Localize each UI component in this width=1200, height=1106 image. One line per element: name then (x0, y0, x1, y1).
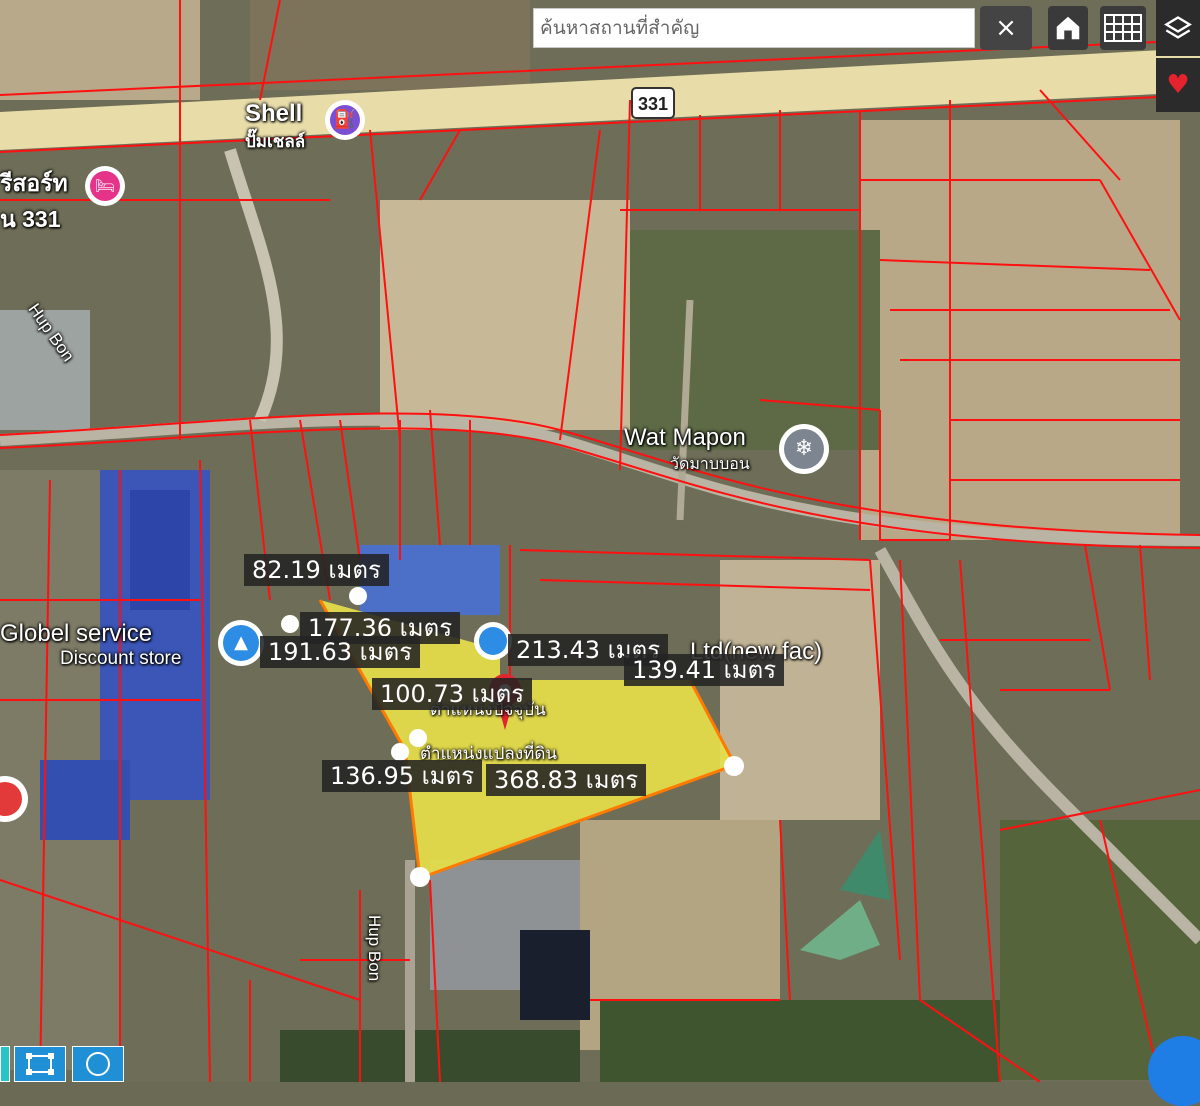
layers-button[interactable] (1156, 0, 1200, 56)
draw-polygon-tool[interactable] (0, 1046, 10, 1082)
measurement-label: 191.63 เมตร (260, 636, 421, 668)
draw-circle-button[interactable] (72, 1046, 124, 1082)
route-shield-331: 331 (638, 94, 668, 114)
measurement-label: 368.83 เมตร (486, 764, 647, 796)
draw-rectangle-button[interactable] (14, 1046, 66, 1082)
wat-mapon-label[interactable]: Wat Mapon วัดมาบบอน (624, 424, 750, 477)
layers-icon (1164, 16, 1192, 39)
hotel-icon[interactable]: 🛏 (85, 166, 125, 206)
street-label-hup-bon-south: Hup Bon (365, 915, 384, 982)
home-button[interactable] (1048, 6, 1088, 50)
resort-label[interactable]: รีสอร์ท น 331 (0, 166, 68, 238)
temple-icon[interactable]: ❄ (779, 424, 829, 474)
poi-icon-center[interactable] (474, 622, 512, 660)
clear-search-button[interactable]: × (980, 6, 1032, 50)
close-icon: × (995, 13, 1017, 43)
rectangle-draw-icon (26, 1053, 54, 1075)
home-icon (1056, 16, 1080, 40)
shell-label[interactable]: Shell ปั๊มเชลล์ (245, 100, 305, 155)
measurement-label: 82.19 เมตร (244, 554, 389, 586)
globel-service-label[interactable]: Globel service Discount store (0, 620, 181, 670)
heart-icon: ♥ (1166, 70, 1190, 100)
measurement-label: 100.73 เมตร (372, 678, 533, 710)
measurement-label: 139.41 เมตร (624, 654, 785, 686)
fuel-station-icon[interactable]: ⛽ (325, 100, 365, 140)
store-icon[interactable]: ▲ (218, 620, 264, 666)
favorite-button[interactable]: ♥ (1156, 58, 1200, 112)
measurement-label: 136.95 เมตร (322, 760, 483, 792)
place-search-box[interactable] (533, 8, 975, 48)
search-input[interactable] (534, 9, 974, 47)
grid-button[interactable] (1100, 6, 1146, 50)
satellite-map[interactable]: 331 (0, 0, 1200, 1082)
grid-icon (1104, 14, 1142, 42)
circle-draw-icon (86, 1052, 110, 1076)
